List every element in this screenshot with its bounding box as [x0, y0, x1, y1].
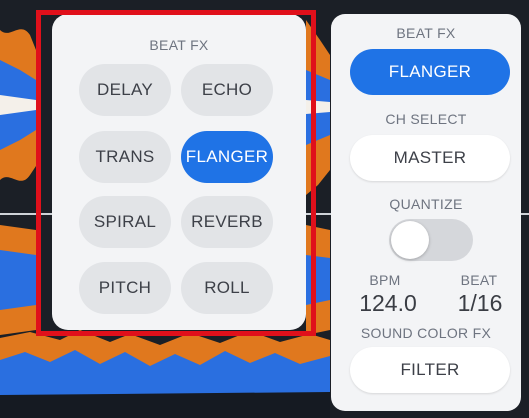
ch-select-label: CH SELECT: [385, 111, 467, 127]
bpm-label: BPM: [369, 272, 401, 288]
bpm-value: 124.0: [359, 290, 417, 316]
highlight-box: [36, 10, 316, 336]
beat-label: BEAT: [460, 272, 498, 288]
quantize-label: QUANTIZE: [389, 196, 463, 212]
filter-button[interactable]: FILTER: [350, 347, 510, 393]
sound-color-fx-label: SOUND COLOR FX: [360, 325, 492, 341]
beat-fx-select-button[interactable]: FLANGER: [350, 49, 510, 95]
beat-value: 1/16: [457, 290, 503, 316]
beat-fx-label: BEAT FX: [396, 25, 456, 41]
toggle-knob: [391, 221, 429, 259]
settings-panel: BEAT FX FLANGER CH SELECT MASTER QUANTIZ…: [331, 14, 521, 411]
ch-select-button[interactable]: MASTER: [350, 135, 510, 181]
quantize-toggle[interactable]: [389, 219, 473, 261]
